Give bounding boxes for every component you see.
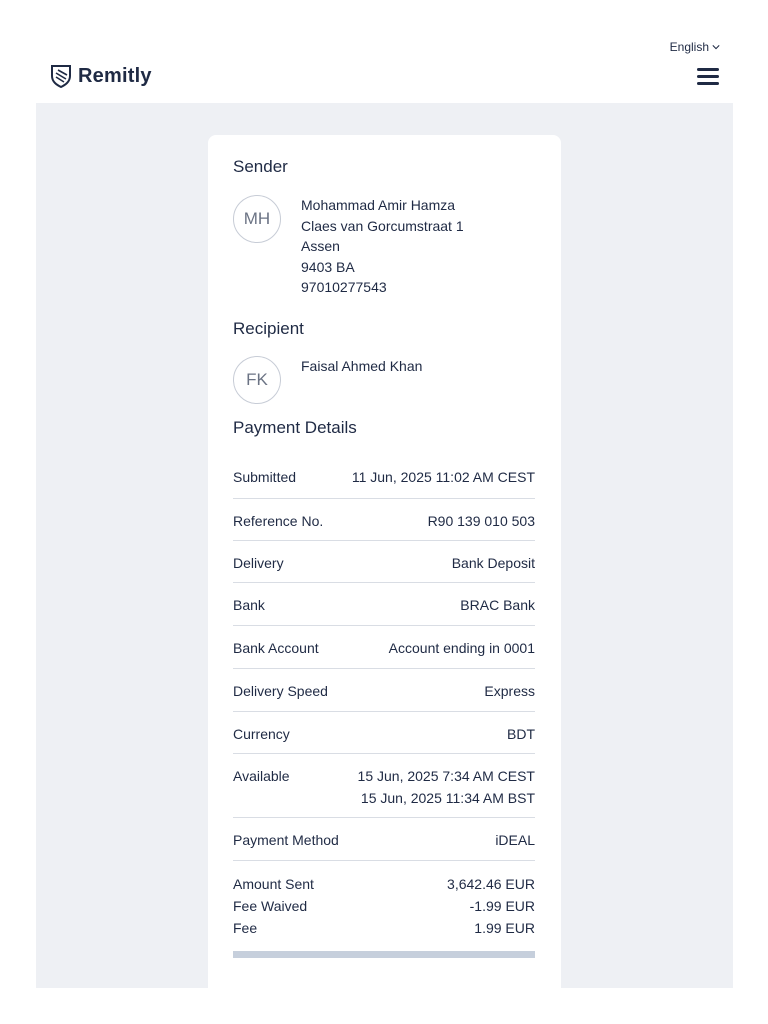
detail-label: Currency [233,726,290,742]
detail-row-currency: Currency BDT [233,712,535,754]
detail-label: Reference No. [233,513,324,529]
recipient-title: Recipient [233,319,304,338]
detail-value: 11 Jun, 2025 11:02 AM CEST [351,469,535,485]
summary-divider-bar [233,951,535,958]
top-header: English Remitly [0,0,768,103]
available-time-cest: 15 Jun, 2025 7:34 AM CEST [357,768,535,784]
brand-name: Remitly [78,64,152,87]
detail-value: Account ending in 0001 [388,640,535,656]
amount-value: 3,642.46 EUR [447,876,535,892]
amount-label: Fee [233,920,258,936]
amount-label: Amount Sent [233,876,314,892]
detail-row-delivery-speed: Delivery Speed Express [233,669,535,712]
detail-label: Bank [233,597,265,613]
detail-row-submitted: Submitted 11 Jun, 2025 11:02 AM CEST [233,455,535,499]
sender-avatar: MH [233,195,281,243]
detail-label: Delivery Speed [233,683,328,699]
detail-value: Bank Deposit [451,555,535,571]
sender-street: Claes van Gorcumstraat 1 [301,217,464,234]
chevron-down-icon [712,45,720,50]
amount-value: -1.99 EUR [469,898,535,914]
detail-value: iDEAL [495,832,535,848]
transfer-details-card: Sender MH Mohammad Amir Hamza Claes van … [208,135,561,988]
amount-sent-row: Amount Sent 3,642.46 EUR [233,873,535,895]
detail-label: Bank Account [233,640,319,656]
sender-name: Mohammad Amir Hamza [301,197,456,213]
hamburger-menu-icon[interactable] [697,68,719,86]
sender-phone: 97010277543 [301,279,387,295]
language-selector[interactable]: English [670,40,720,54]
detail-value: BRAC Bank [460,597,535,613]
payment-details-list: Submitted 11 Jun, 2025 11:02 AM CEST Ref… [233,455,535,861]
amount-value: 1.99 EUR [474,920,535,936]
recipient-name: Faisal Ahmed Khan [301,358,423,374]
remitly-shield-icon [51,65,71,88]
language-label: English [669,40,709,54]
sender-info: Mohammad Amir Hamza Claes van Gorcumstra… [301,195,464,298]
detail-value: 15 Jun, 2025 7:34 AM CEST 15 Jun, 2025 1… [358,765,535,809]
detail-row-reference: Reference No. R90 139 010 503 [233,499,535,541]
amount-summary: Amount Sent 3,642.46 EUR Fee Waived -1.9… [233,873,535,939]
detail-row-payment-method: Payment Method iDEAL [233,818,535,861]
detail-row-delivery: Delivery Bank Deposit [233,541,535,583]
amount-label: Fee Waived [233,898,308,914]
fee-waived-row: Fee Waived -1.99 EUR [233,895,535,917]
fee-row: Fee 1.99 EUR [233,917,535,939]
detail-row-bank: Bank BRAC Bank [233,583,535,626]
detail-value: R90 139 010 503 [427,513,535,529]
detail-value: Express [484,683,535,699]
detail-row-bank-account: Bank Account Account ending in 0001 [233,626,535,669]
detail-label: Payment Method [233,832,339,848]
remitly-logo[interactable]: Remitly [50,64,152,88]
detail-label: Available [233,768,290,784]
available-time-bst: 15 Jun, 2025 11:34 AM BST [360,790,535,806]
sender-title: Sender [233,157,288,176]
detail-value: BDT [507,726,535,742]
payment-details-title: Payment Details [233,418,357,437]
detail-row-available: Available 15 Jun, 2025 7:34 AM CEST 15 J… [233,754,535,818]
detail-label: Delivery [233,555,284,571]
recipient-avatar: FK [233,356,281,404]
sender-postcode: 9403 BA [301,258,355,275]
detail-label: Submitted [233,469,297,485]
sender-city: Assen [301,238,340,254]
